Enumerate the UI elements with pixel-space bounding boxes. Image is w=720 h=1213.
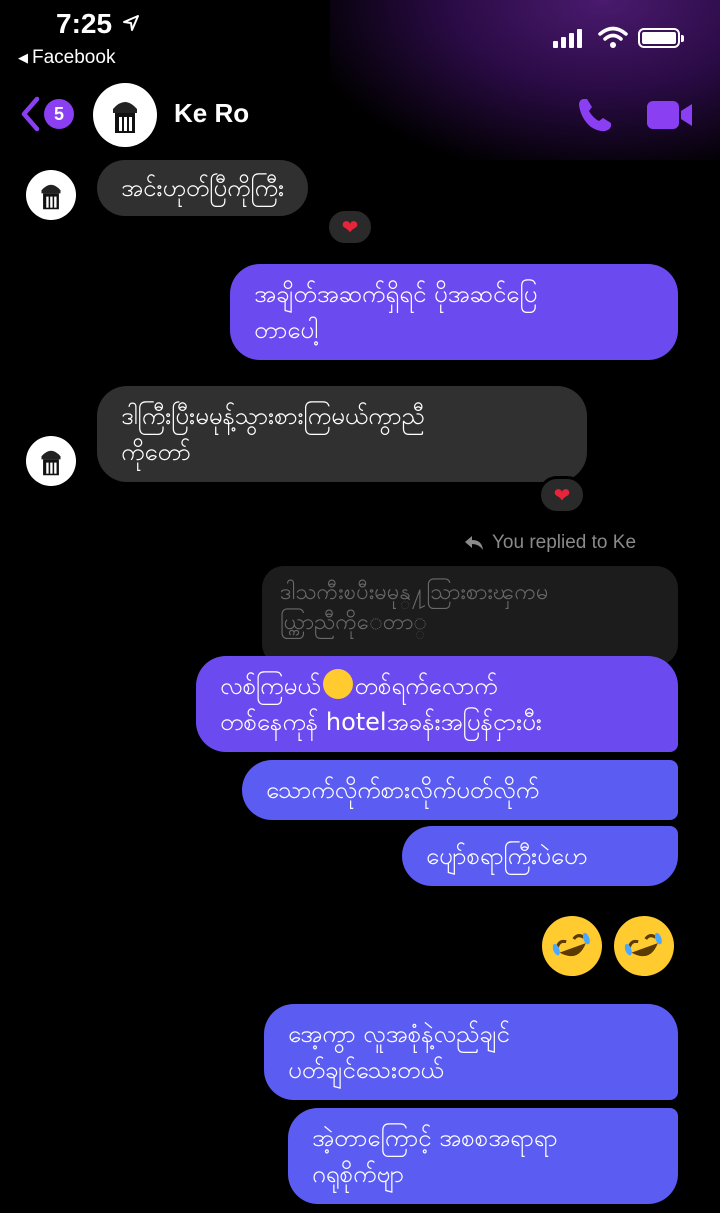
- back-button[interactable]: 5: [20, 96, 74, 132]
- rofl-emoji-icon: [605, 907, 683, 985]
- message-bubble-outgoing[interactable]: အေ့ကွာ လူအစုံနဲ့လည်ချင် ပတ်ချင်သေးတယ်: [264, 1004, 678, 1100]
- header-gradient: [330, 0, 720, 160]
- chevron-left-icon: [21, 96, 40, 132]
- heart-reaction-icon[interactable]: ❤: [326, 208, 374, 246]
- sender-avatar[interactable]: [26, 170, 76, 220]
- message-text: ဂရုစိုက်ဗျာ: [312, 1160, 404, 1188]
- contact-name[interactable]: Ke Ro: [174, 98, 249, 129]
- status-time: 7:25: [56, 8, 113, 39]
- phone-call-icon[interactable]: [575, 95, 615, 135]
- emoji-message[interactable]: [533, 907, 683, 985]
- message-bubble-outgoing[interactable]: သောက်လိုက်စားလိုက်ပတ်လိုက်: [242, 760, 678, 820]
- back-triangle-icon: ◀: [18, 50, 28, 65]
- rofl-emoji-icon: [533, 907, 611, 985]
- message-text: တစ်နေကုန် hotelအခန်းအပြန်ငှားပီး: [220, 708, 542, 736]
- back-to-app-link[interactable]: ◀ Facebook: [18, 47, 115, 69]
- sender-avatar[interactable]: [26, 436, 76, 486]
- avatar-figure-icon: [41, 184, 61, 210]
- message-bubble-incoming[interactable]: ဒါကြီးပြီးမမုန့်သွားစားကြမယ်ကွာညီ ကိုတော…: [97, 386, 587, 482]
- message-bubble-outgoing[interactable]: အချိတ်အဆက်ရှိရင် ပိုအဆင်ပြေ တာပေါ့: [230, 264, 678, 360]
- heart-reaction-icon[interactable]: ❤: [538, 476, 586, 514]
- message-text: အချိတ်အဆက်ရှိရင် ပိုအဆင်ပြေ: [254, 280, 538, 308]
- quoted-text: ယ္ကြာညီကိုေတာ္: [280, 610, 428, 635]
- back-app-label: Facebook: [32, 47, 116, 68]
- video-call-icon[interactable]: [646, 99, 694, 131]
- avatar-figure-icon: [41, 450, 61, 476]
- quoted-text: ဒါသကီးၿပီးမမုန္႔သြားစားၾကမ: [280, 580, 549, 605]
- message-bubble-outgoing[interactable]: အဲ့တာကြောင့် အစစအရာရာ ဂရုစိုက်ဗျာ: [288, 1108, 678, 1204]
- wifi-icon: [598, 26, 628, 48]
- battery-icon: [638, 28, 684, 48]
- contact-avatar[interactable]: [93, 83, 157, 147]
- message-text: ကိုတော်: [121, 438, 191, 466]
- message-text: လစ်ကြမယ် တစ်ရက်လောက်: [220, 668, 654, 704]
- message-text: အဲ့တာကြောင့် အစစအရာရာ: [312, 1124, 558, 1152]
- avatar-figure-icon: [113, 102, 137, 133]
- message-bubble-outgoing[interactable]: ပျော်စရာကြီးပဲဟေ: [402, 826, 678, 886]
- message-text: ဒါကြီးပြီးမမုန့်သွားစားကြမယ်ကွာညီ: [121, 402, 425, 430]
- quoted-message[interactable]: ဒါသကီးၿပီးမမုန္႔သြားစားၾကမ ယ္ကြာညီကိုေတာ…: [262, 566, 678, 666]
- unread-count-badge: 5: [44, 99, 74, 129]
- message-bubble-outgoing[interactable]: လစ်ကြမယ် တစ်ရက်လောက် တစ်နေကုန် hotelအခန်း…: [196, 656, 678, 752]
- message-bubble-incoming[interactable]: အင်းဟုတ်ပြီကိုကြီး: [97, 160, 309, 216]
- cellular-signal-icon: [553, 28, 582, 48]
- rofl-emoji-icon: [322, 669, 353, 699]
- reply-label-text: You replied to Ke: [492, 532, 637, 553]
- reply-arrow-icon: [465, 536, 483, 550]
- reply-indicator: You replied to Ke: [464, 532, 636, 554]
- message-text: တာပေါ့: [254, 316, 319, 344]
- message-text: အေ့ကွာ လူအစုံနဲ့လည်ချင်: [288, 1020, 510, 1048]
- location-arrow-icon: [123, 15, 139, 31]
- message-text: ပတ်ချင်သေးတယ်: [288, 1056, 444, 1084]
